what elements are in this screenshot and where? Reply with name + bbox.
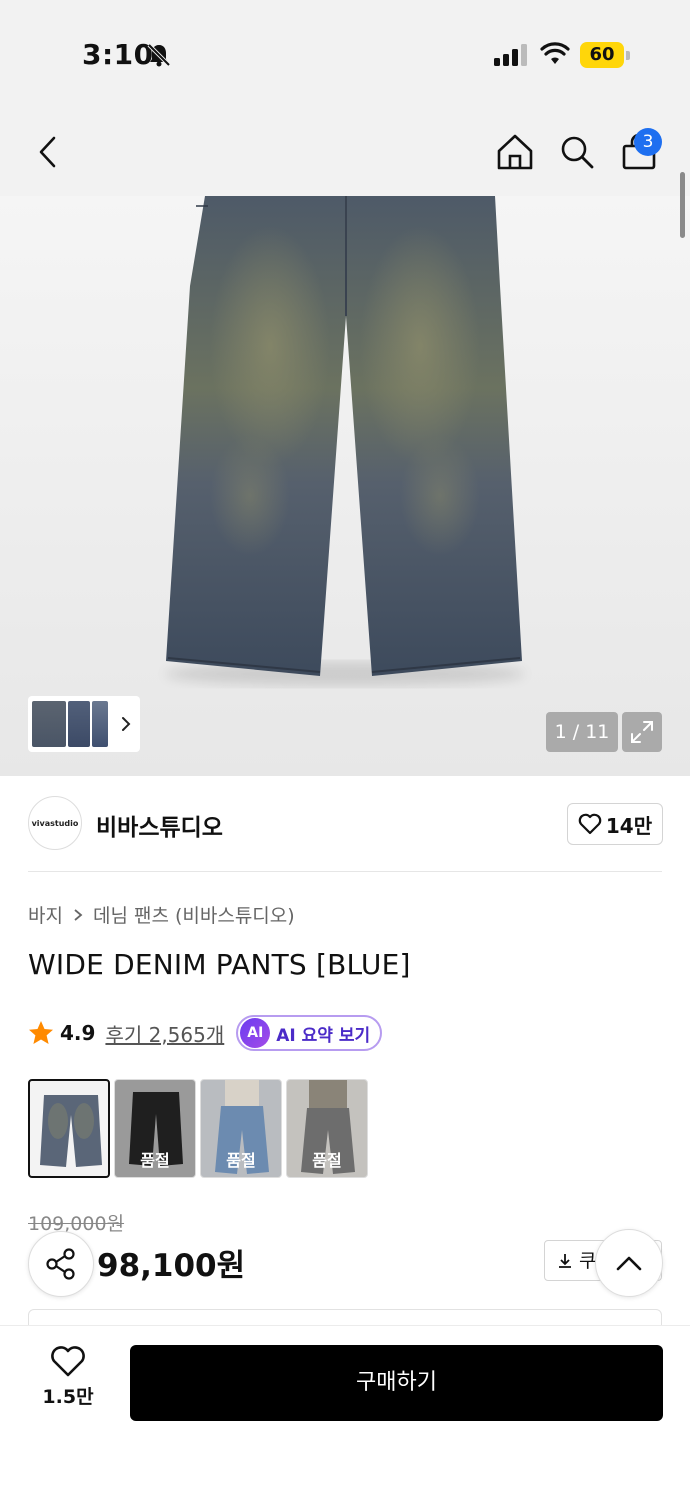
- wishlist-button[interactable]: 1.5만: [28, 1346, 108, 1418]
- brand-like-button[interactable]: 14만: [567, 803, 663, 845]
- star-icon: [29, 1021, 53, 1044]
- breadcrumb: 바지 데님 팬츠 (비바스튜디오): [28, 901, 295, 928]
- cart-count-badge: 3: [634, 128, 662, 156]
- brand-name[interactable]: 비바스튜디오: [96, 808, 223, 842]
- search-button[interactable]: [555, 130, 599, 174]
- review-count-link[interactable]: 후기 2,565개: [105, 1019, 224, 1048]
- divider: [28, 871, 662, 872]
- thumbnail-image[interactable]: [68, 701, 90, 747]
- status-bar: 3:10 60: [0, 0, 690, 100]
- cellular-signal-icon: [494, 44, 528, 70]
- product-title: WIDE DENIM PANTS [BLUE]: [28, 948, 411, 981]
- product-image-gallery[interactable]: [0, 196, 690, 776]
- brand-like-count: 14만: [605, 813, 653, 838]
- heart-icon: [578, 813, 602, 835]
- buy-button[interactable]: 구매하기: [130, 1345, 663, 1421]
- wifi-icon: [540, 42, 570, 70]
- brand-logo-text: vivastudio: [31, 818, 79, 828]
- color-options: 품절 품절 품절: [28, 1079, 368, 1178]
- gallery-counter: 1 / 11: [546, 712, 618, 752]
- heart-icon: [51, 1346, 85, 1377]
- chevron-right-icon: [74, 908, 83, 921]
- rating-row: 4.9 후기 2,565개 AI AI 요약 보기: [28, 1014, 383, 1052]
- top-navigation: [0, 100, 690, 196]
- color-option-light-blue[interactable]: 품절: [200, 1079, 282, 1178]
- soldout-label: 품절: [226, 1151, 256, 1170]
- share-button[interactable]: [28, 1231, 94, 1297]
- thumbnail-image[interactable]: [92, 701, 108, 747]
- scroll-indicator[interactable]: [680, 172, 685, 238]
- color-option-grey[interactable]: 품절: [286, 1079, 368, 1178]
- rating-value: 4.9: [60, 1021, 96, 1045]
- sale-price: 98,100원: [97, 1248, 246, 1284]
- download-icon: [559, 1254, 571, 1268]
- coupon-label: 쿠: [579, 1250, 597, 1272]
- battery-level: 60: [589, 44, 615, 65]
- share-icon: [46, 1248, 75, 1280]
- original-price: 109,000원: [28, 1213, 125, 1235]
- brand-logo[interactable]: vivastudio: [28, 796, 82, 850]
- breadcrumb-subcategory[interactable]: 데님 팬츠 (비바스튜디오): [93, 901, 295, 928]
- soldout-label: 품절: [140, 1151, 170, 1170]
- search-icon: [561, 136, 594, 169]
- battery-indicator: 60: [580, 42, 630, 68]
- gallery-thumbnail-strip[interactable]: [28, 696, 140, 752]
- chevron-left-icon: [39, 136, 56, 168]
- expand-button[interactable]: [622, 712, 662, 752]
- chevron-up-icon: [616, 1256, 642, 1271]
- ai-badge-icon: AI: [240, 1018, 271, 1048]
- color-option-blue[interactable]: [28, 1079, 110, 1178]
- color-option-black[interactable]: 품절: [114, 1079, 196, 1178]
- chevron-right-icon: [122, 717, 131, 731]
- ai-summary-label: AI 요약 보기: [276, 1025, 371, 1046]
- ai-summary-button[interactable]: AI AI 요약 보기: [236, 1015, 383, 1051]
- thumbnail-image[interactable]: [32, 701, 66, 747]
- soldout-label: 품절: [312, 1151, 342, 1170]
- scroll-to-top-button[interactable]: [595, 1229, 663, 1297]
- product-image-jeans: [165, 196, 525, 686]
- home-icon: [497, 134, 533, 170]
- home-button[interactable]: [493, 130, 537, 174]
- back-button[interactable]: [26, 130, 70, 174]
- expand-icon: [631, 721, 653, 743]
- bell-muted-icon: [146, 42, 172, 72]
- breadcrumb-category[interactable]: 바지: [28, 901, 63, 928]
- status-time: 3:10: [82, 38, 154, 71]
- wishlist-count: 1.5만: [42, 1386, 94, 1408]
